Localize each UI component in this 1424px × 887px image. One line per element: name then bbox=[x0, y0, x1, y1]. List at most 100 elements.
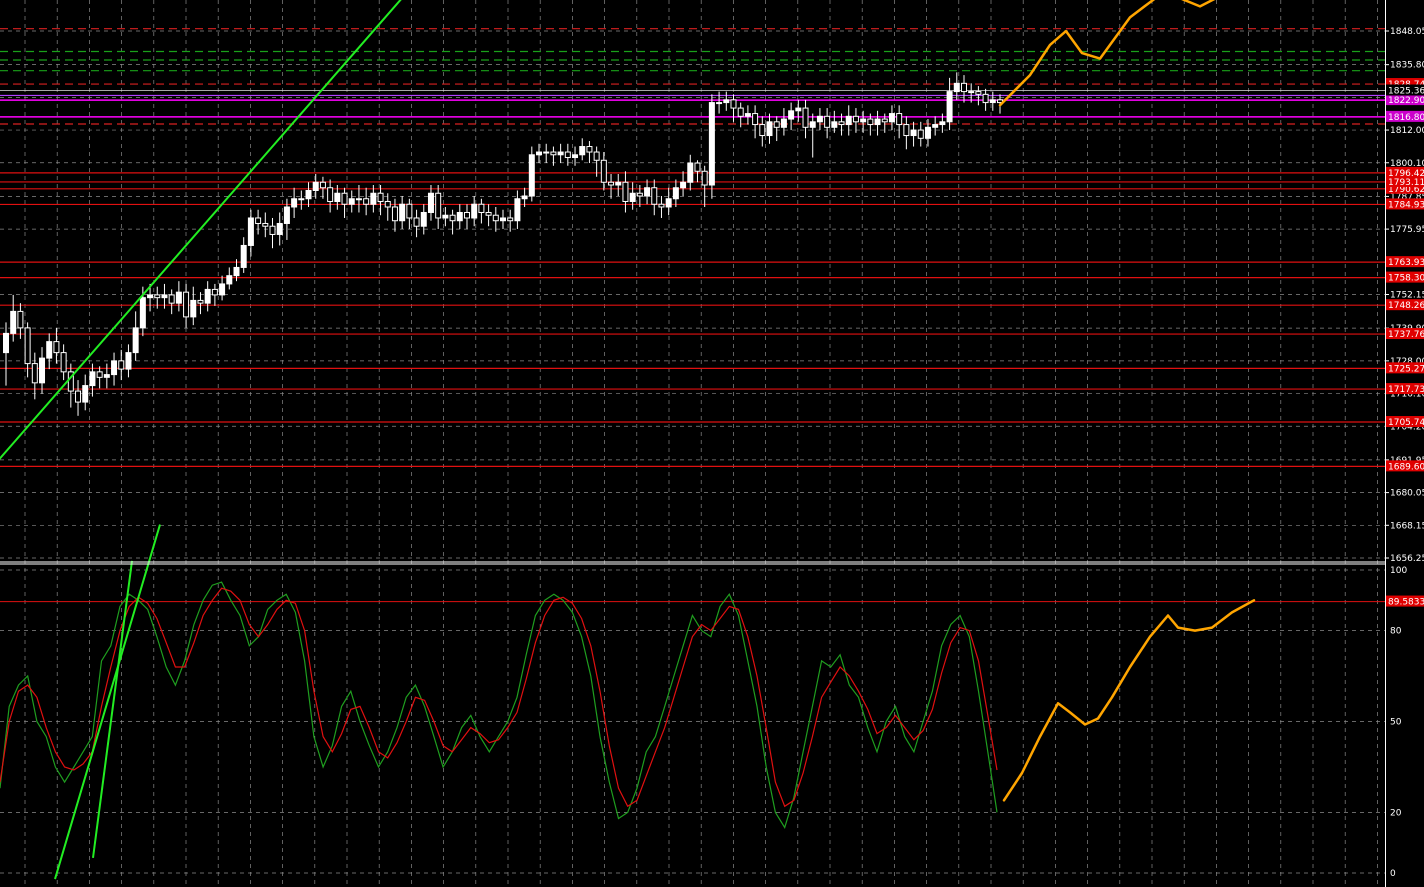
price-tag-label: 1816.80 bbox=[1388, 113, 1424, 123]
bear-candle bbox=[485, 211, 492, 216]
bear-candle bbox=[31, 363, 38, 384]
axis-label: 1656.25 bbox=[1390, 554, 1424, 564]
bear-candle bbox=[608, 181, 615, 186]
bear-candle bbox=[960, 82, 967, 93]
bull-candle bbox=[672, 187, 679, 200]
bull-candle bbox=[528, 154, 535, 197]
bull-candle bbox=[204, 288, 211, 304]
bull-candle bbox=[334, 192, 341, 202]
bear-candle bbox=[852, 115, 859, 123]
bear-candle bbox=[377, 192, 384, 202]
bear-candle bbox=[384, 200, 391, 208]
bull-candle bbox=[500, 217, 506, 222]
bull-candle bbox=[355, 198, 362, 201]
bear-candle bbox=[211, 288, 218, 296]
bear-candle bbox=[118, 360, 125, 370]
bull-candle bbox=[615, 181, 622, 186]
bull-candle bbox=[766, 121, 773, 137]
bull-candle bbox=[420, 211, 427, 227]
bull-candle bbox=[572, 154, 579, 159]
bull-candle bbox=[514, 198, 521, 222]
stoch-level-tag: 89.5833 bbox=[1388, 598, 1424, 608]
axis-label: 1668.15 bbox=[1390, 521, 1424, 531]
bear-candle bbox=[759, 124, 766, 137]
bull-candle bbox=[111, 360, 118, 376]
bull-candle bbox=[39, 357, 46, 384]
bull-candle bbox=[219, 283, 226, 296]
bear-candle bbox=[449, 214, 456, 222]
price-tag-label: 1825.36 bbox=[1388, 86, 1424, 96]
bear-candle bbox=[478, 203, 485, 213]
bear-candle bbox=[896, 113, 903, 126]
bear-candle bbox=[593, 151, 600, 161]
bear-candle bbox=[824, 115, 831, 128]
price-chart[interactable]: 1656.251668.151680.051691.951704.201716.… bbox=[0, 0, 1424, 887]
bear-candle bbox=[60, 352, 67, 373]
bear-candle bbox=[391, 206, 398, 222]
bull-candle bbox=[536, 151, 543, 156]
stoch-axis-label: 100 bbox=[1390, 566, 1407, 576]
bull-candle bbox=[276, 222, 283, 235]
price-tag-label: 1822.90 bbox=[1388, 96, 1424, 106]
bull-candle bbox=[471, 203, 478, 219]
bull-candle bbox=[125, 352, 132, 370]
bear-candle bbox=[435, 192, 442, 219]
bear-candle bbox=[975, 91, 982, 95]
bear-candle bbox=[701, 170, 708, 186]
axis-label: 1835.80 bbox=[1390, 61, 1424, 71]
bull-candle bbox=[910, 129, 917, 137]
bear-candle bbox=[586, 146, 593, 153]
price-tag-label: 1748.26 bbox=[1388, 301, 1424, 311]
bear-candle bbox=[737, 107, 744, 117]
bull-candle bbox=[139, 297, 146, 329]
bull-candle bbox=[795, 107, 802, 112]
bull-candle bbox=[744, 113, 751, 117]
bear-candle bbox=[867, 118, 874, 126]
bear-candle bbox=[75, 390, 82, 403]
bull-candle bbox=[687, 162, 694, 183]
price-tag-label: 1725.27 bbox=[1388, 364, 1424, 374]
bull-candle bbox=[456, 211, 463, 222]
bull-candle bbox=[816, 115, 823, 123]
bull-candle bbox=[291, 198, 298, 208]
bear-candle bbox=[262, 222, 269, 227]
stoch-axis-label: 50 bbox=[1390, 718, 1402, 728]
axis-label: 1680.05 bbox=[1390, 489, 1424, 499]
price-tag-label: 1793.11 bbox=[1388, 178, 1424, 188]
bear-candle bbox=[600, 159, 607, 183]
bull-candle bbox=[240, 244, 247, 268]
bull-candle bbox=[283, 206, 290, 224]
bear-candle bbox=[838, 121, 845, 126]
bear-candle bbox=[550, 151, 557, 156]
bull-candle bbox=[629, 192, 636, 202]
bull-candle bbox=[665, 198, 672, 208]
bear-candle bbox=[752, 113, 759, 126]
bear-candle bbox=[773, 121, 780, 128]
bear-candle bbox=[492, 214, 499, 222]
bear-candle bbox=[197, 299, 204, 304]
bull-candle bbox=[968, 91, 975, 94]
price-tag-label: 1737.76 bbox=[1388, 330, 1424, 340]
axis-label: 1812.00 bbox=[1390, 126, 1424, 136]
bull-candle bbox=[427, 192, 434, 213]
bull-candle bbox=[831, 121, 838, 128]
bull-candle bbox=[312, 181, 319, 192]
bull-candle bbox=[788, 110, 795, 120]
bull-candle bbox=[226, 275, 233, 285]
bull-candle bbox=[82, 385, 89, 403]
price-tag-label: 1763.93 bbox=[1388, 258, 1424, 268]
axis-label: 1848.05 bbox=[1390, 27, 1424, 37]
bull-candle bbox=[939, 121, 946, 126]
bull-candle bbox=[442, 214, 449, 219]
bear-candle bbox=[622, 181, 629, 202]
price-tag-label: 1784.93 bbox=[1388, 200, 1424, 210]
axis-label: 1752.15 bbox=[1390, 291, 1424, 301]
price-tag-label: 1705.74 bbox=[1388, 418, 1424, 428]
bear-candle bbox=[881, 118, 888, 123]
stoch-axis-label: 0 bbox=[1390, 869, 1396, 879]
bull-candle bbox=[348, 198, 355, 205]
bear-candle bbox=[96, 371, 103, 378]
bull-candle bbox=[716, 102, 723, 105]
bear-candle bbox=[154, 294, 161, 299]
bear-candle bbox=[255, 217, 262, 224]
